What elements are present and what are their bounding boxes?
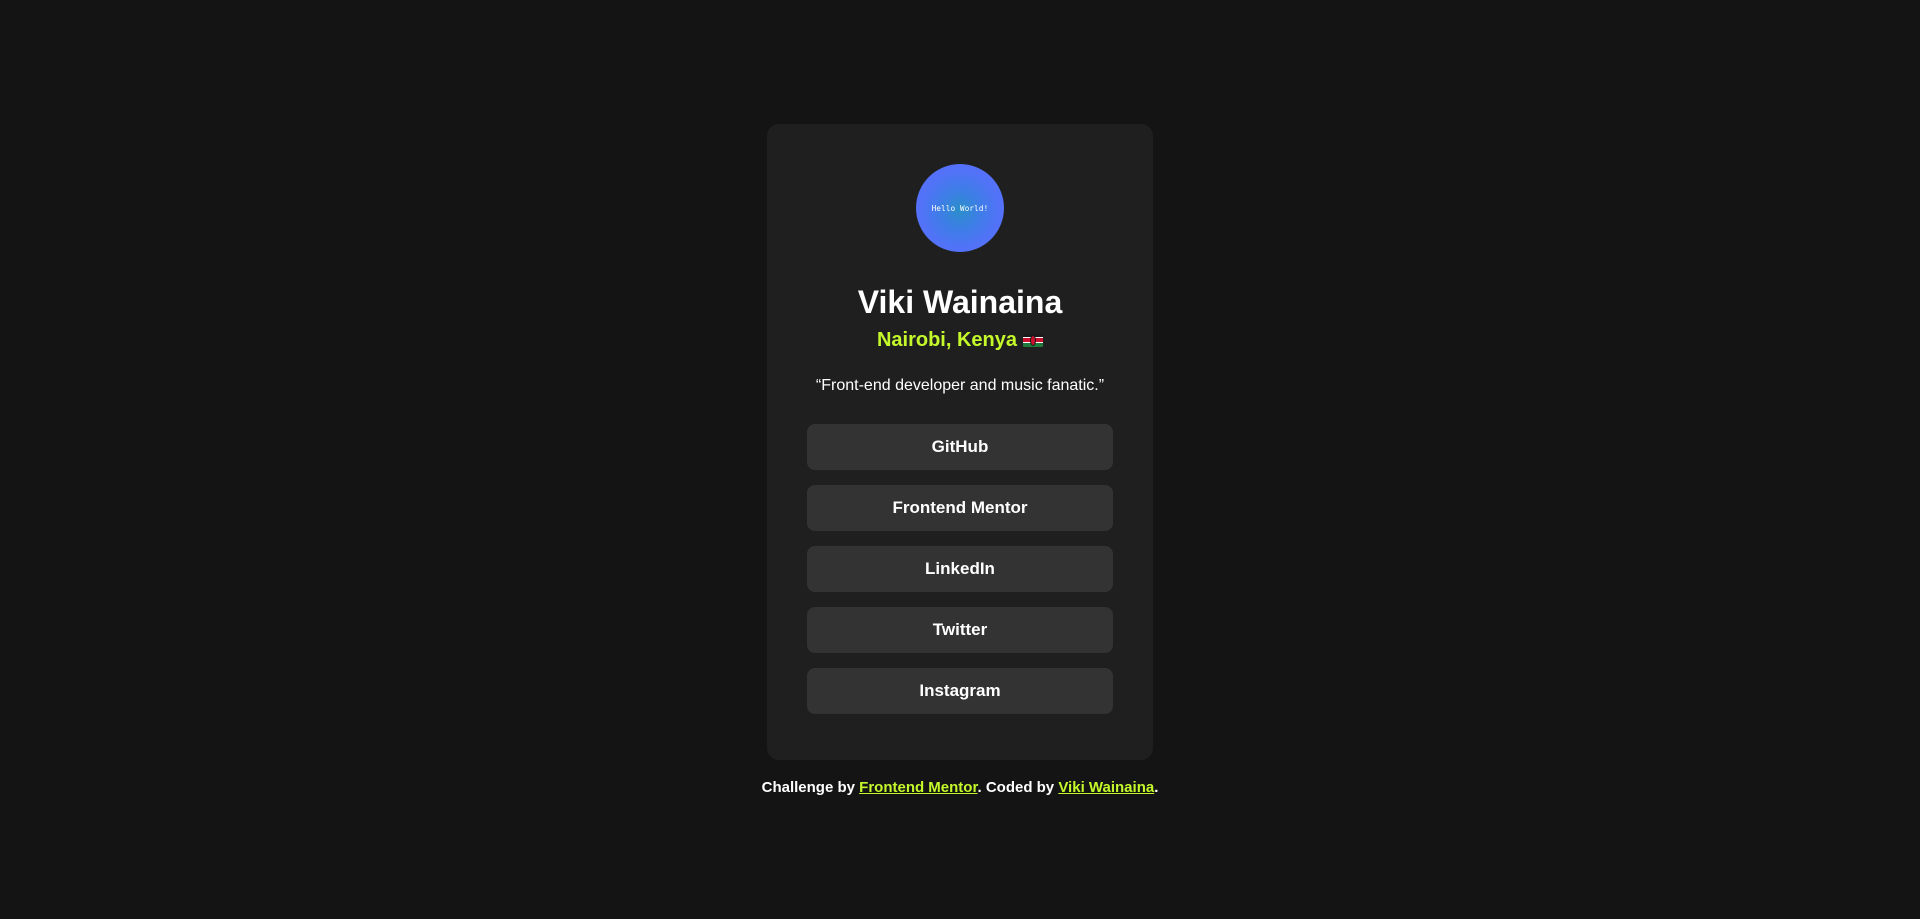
twitter-link-button[interactable]: Twitter	[807, 607, 1113, 653]
location-text: Nairobi, Kenya	[876, 329, 1018, 351]
profile-card: Hello World! Viki Wainaina Nairobi, Keny…	[767, 124, 1153, 760]
avatar-text: Hello World!	[931, 203, 989, 213]
attribution-footer: Challenge by Frontend Mentor. Coded by V…	[0, 779, 1920, 796]
profile-location: Nairobi, Kenya	[876, 329, 1044, 351]
footer-prefix: Challenge by	[761, 779, 860, 796]
github-link-button[interactable]: GitHub	[807, 424, 1113, 470]
profile-bio: “Front-end developer and music fanatic.”	[815, 377, 1105, 394]
author-footer-link[interactable]: Viki Wainaina	[1058, 779, 1154, 796]
footer-suffix: .	[1154, 779, 1159, 796]
frontend-mentor-link-button[interactable]: Frontend Mentor	[807, 485, 1113, 531]
linkedin-link-button[interactable]: LinkedIn	[807, 546, 1113, 592]
instagram-link-button[interactable]: Instagram	[807, 668, 1113, 714]
profile-name: Viki Wainaina	[857, 284, 1063, 320]
social-links: GitHub Frontend Mentor LinkedIn Twitter …	[807, 424, 1113, 714]
kenya-flag-icon	[1023, 333, 1044, 347]
avatar: Hello World!	[916, 164, 1004, 252]
footer-middle: . Coded by	[977, 779, 1059, 796]
frontend-mentor-footer-link[interactable]: Frontend Mentor	[859, 779, 977, 796]
